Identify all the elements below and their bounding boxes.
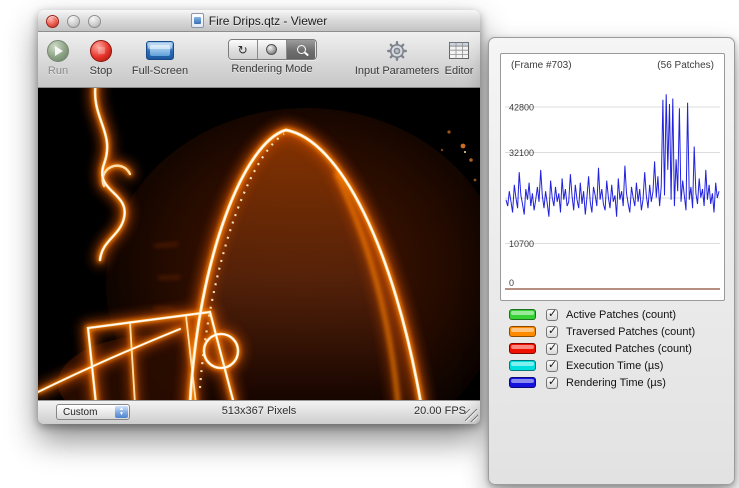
- window-controls: [46, 15, 101, 28]
- legend-label: Execution Time (µs): [566, 359, 663, 373]
- patch-counter-label: (56 Patches): [657, 60, 714, 71]
- rendering-mode-control: ↻ Rendering Mode: [222, 37, 322, 75]
- gear-icon: [386, 40, 408, 62]
- run-icon: [47, 40, 69, 62]
- color-swatch: [509, 326, 536, 337]
- legend-checkbox[interactable]: [546, 360, 558, 372]
- legend-label: Active Patches (count): [566, 308, 676, 322]
- stop-label: Stop: [81, 65, 121, 77]
- legend-row-execution-time: Execution Time (µs): [489, 359, 736, 374]
- fullscreen-button[interactable]: Full-Screen: [125, 37, 195, 77]
- run-button[interactable]: Run: [38, 37, 78, 77]
- legend-row-rendering-time: Rendering Time (µs): [489, 376, 736, 391]
- color-swatch: [509, 343, 536, 354]
- legend-label: Rendering Time (µs): [566, 376, 666, 390]
- segment-inspect[interactable]: [287, 40, 315, 59]
- segment-wireframe[interactable]: ↻: [229, 40, 258, 59]
- color-swatch: [509, 377, 536, 388]
- sphere-icon: [266, 44, 277, 55]
- rendering-time-chart: 42800 32100 10700 0: [503, 76, 722, 298]
- render-view[interactable]: [38, 88, 480, 400]
- input-parameters-label: Input Parameters: [349, 65, 445, 77]
- document-icon: [191, 13, 204, 28]
- minimize-button[interactable]: [67, 15, 80, 28]
- stop-button[interactable]: Stop: [81, 37, 121, 77]
- grid-editor-icon: [449, 42, 469, 59]
- window-title: Fire Drips.qtz - Viewer: [191, 13, 327, 28]
- input-parameters-button[interactable]: Input Parameters: [349, 37, 445, 77]
- frame-counter-label: (Frame #703): [511, 60, 572, 71]
- legend-label: Traversed Patches (count): [566, 325, 695, 339]
- legend-checkbox[interactable]: [546, 343, 558, 355]
- svg-text:10700: 10700: [509, 239, 534, 249]
- fullscreen-icon: [146, 41, 174, 60]
- fire-render-image: [38, 88, 480, 400]
- close-button[interactable]: [46, 15, 59, 28]
- rotate-icon: ↻: [238, 44, 248, 56]
- zoom-button[interactable]: [88, 15, 101, 28]
- legend-checkbox[interactable]: [546, 326, 558, 338]
- svg-text:0: 0: [509, 278, 514, 288]
- resize-grip[interactable]: [465, 409, 478, 422]
- window-title-text: Fire Drips.qtz - Viewer: [209, 14, 327, 28]
- legend-row-traversed: Traversed Patches (count): [489, 325, 736, 340]
- svg-text:42800: 42800: [509, 103, 534, 113]
- legend-label: Executed Patches (count): [566, 342, 692, 356]
- rendering-mode-segments: ↻: [228, 39, 317, 60]
- editor-label: Editor: [439, 65, 479, 77]
- fps-label: 20.00 FPS: [414, 405, 466, 417]
- rendering-mode-label: Rendering Mode: [222, 63, 322, 75]
- magnifier-icon: [297, 45, 306, 54]
- status-bar: Custom 513x367 Pixels 20.00 FPS: [38, 400, 480, 424]
- legend-row-active: Active Patches (count): [489, 308, 736, 323]
- legend-checkbox[interactable]: [546, 309, 558, 321]
- profiler-chart: (Frame #703) (56 Patches) 42800 32100 1070…: [500, 53, 725, 301]
- editor-button[interactable]: Editor: [439, 37, 479, 77]
- stop-icon: [90, 40, 112, 62]
- run-label: Run: [38, 65, 78, 77]
- color-swatch: [509, 309, 536, 320]
- segment-shaded[interactable]: [258, 40, 287, 59]
- svg-text:32100: 32100: [509, 148, 534, 158]
- legend-row-executed: Executed Patches (count): [489, 342, 736, 357]
- toolbar: Run Stop Full-Screen ↻ Rendering Mode: [38, 32, 480, 88]
- desktop: Fire Drips.qtz - Viewer Run Stop Full-Sc…: [0, 0, 739, 488]
- viewer-window: Fire Drips.qtz - Viewer Run Stop Full-Sc…: [38, 10, 480, 424]
- color-swatch: [509, 360, 536, 371]
- title-bar[interactable]: Fire Drips.qtz - Viewer: [38, 10, 480, 32]
- legend-checkbox[interactable]: [546, 377, 558, 389]
- stats-panel-window: (Frame #703) (56 Patches) 42800 32100 1070…: [488, 37, 735, 485]
- fullscreen-label: Full-Screen: [125, 65, 195, 77]
